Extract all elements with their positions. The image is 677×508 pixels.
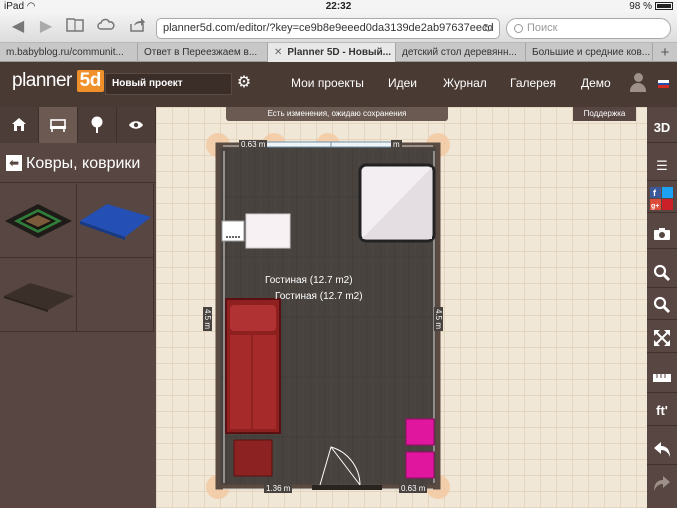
floorplan-drawing [206,133,450,499]
dim-bottom-left-label: 1.36 m [264,484,293,493]
search-input[interactable]: Поиск [506,18,671,39]
home-icon[interactable] [0,107,39,143]
dim-top-right-label: m [391,140,402,149]
cloud-icon[interactable] [96,17,116,37]
tab-pereezhaem[interactable]: Ответ в Переезжаем в... [138,43,268,62]
nav-ideas[interactable]: Идеи [388,76,417,90]
pink-cube [405,418,435,446]
units-toggle-button[interactable]: ft' [647,396,677,426]
gear-icon[interactable]: ⚙ [235,74,253,92]
bookmarks-icon[interactable] [65,17,85,37]
eye-icon[interactable] [117,107,156,143]
back-arrow-icon[interactable]: ◀ [8,17,28,37]
ottoman [233,439,273,477]
tab-detskiy-stol[interactable]: детский стол деревянн... [396,43,526,62]
dim-right-label: 4.5 m [434,307,443,332]
bed [225,298,281,434]
furniture-icon[interactable] [39,107,78,143]
forward-arrow-icon[interactable]: ▶ [36,17,56,37]
redo-icon[interactable] [647,469,677,499]
camera-icon[interactable] [647,219,677,249]
tab-kovry[interactable]: Большие и средние ков... [526,43,653,62]
status-battery: 98 % [629,0,673,13]
svg-text:g+: g+ [651,203,659,210]
empty-slot [77,258,154,332]
view-3d-button[interactable]: 3D [647,113,677,143]
pink-cube [405,451,435,479]
url-text: planner5d.com/editor/?key=ce9b8e9eeed0da… [163,22,494,34]
russian-flag-icon[interactable] [658,80,669,88]
dim-top-label: 0.63 m [239,140,268,149]
ruler-icon[interactable] [647,363,677,393]
status-bar: iPad ︎◠ 22:32 98 % [0,0,677,13]
zoom-out-icon[interactable] [647,290,677,320]
category-header[interactable]: ⬅ Ковры, коврики [0,144,156,183]
right-toolbar: 3D ☰ f g+ ft' [647,107,677,508]
close-tab-icon[interactable]: ✕ [274,47,282,58]
search-placeholder: Поиск [527,22,558,34]
nav-my-projects[interactable]: Мои проекты [291,76,364,90]
url-input[interactable]: planner5d.com/editor/?key=ce9b8e9eeed0da… [156,18,500,39]
catalog-panel: ⬅ Ковры, коврики [0,107,156,508]
undo-icon[interactable] [647,435,677,465]
tab-bar: m.babyblog.ru/communit... Ответ в Переез… [0,43,677,62]
nav-gallery[interactable]: Галерея [510,76,556,90]
wardrobe [358,163,436,243]
app-header: planner 5d Новый проект ⚙ Мои проекты Ид… [0,62,677,107]
user-icon[interactable] [630,73,646,93]
social-share-icons[interactable]: f g+ [647,185,677,213]
room-label[interactable]: Гостиная (12.7 m2) [265,275,353,286]
add-tab-button[interactable]: + [653,43,677,62]
carpet-item-blue[interactable] [77,184,154,258]
carpet-item-dark-square[interactable] [0,184,77,258]
tab-babyblog[interactable]: m.babyblog.ru/communit... [0,43,138,62]
planner5d-logo[interactable]: planner 5d [12,70,104,92]
share-icon[interactable] [127,17,147,37]
project-name-field[interactable]: Новый проект [105,73,232,95]
room-label[interactable]: Гостиная (12.7 m2) [275,291,363,302]
floorplan-canvas[interactable]: Есть изменения, ожидаю сохранения Поддер… [156,107,647,508]
list-icon[interactable]: ☰ [647,151,677,181]
reload-icon[interactable]: ↻ [483,19,493,38]
fit-screen-icon[interactable] [647,323,677,353]
status-time: 22:32 [325,1,352,12]
nav-demo[interactable]: Демо [581,76,611,90]
dim-left-label: 4.5 m [203,307,212,332]
dim-bottom-right-label: 0.63 m [399,484,428,493]
tree-icon[interactable] [78,107,117,143]
carpet-item-brown[interactable] [0,258,77,332]
zoom-in-icon[interactable] [647,258,677,288]
catalog-tabs [0,107,156,143]
back-arrow-icon[interactable]: ⬅ [6,155,22,171]
battery-icon [655,2,673,11]
browser-toolbar: ◀ ▶ planner5d.com/editor/?key=ce9b8e9eee… [0,13,677,43]
nav-journal[interactable]: Журнал [443,76,487,90]
category-title: Ковры, коврики [26,155,141,172]
tab-planner5d[interactable]: ✕Planner 5D - Новый...🔒 [268,43,396,62]
